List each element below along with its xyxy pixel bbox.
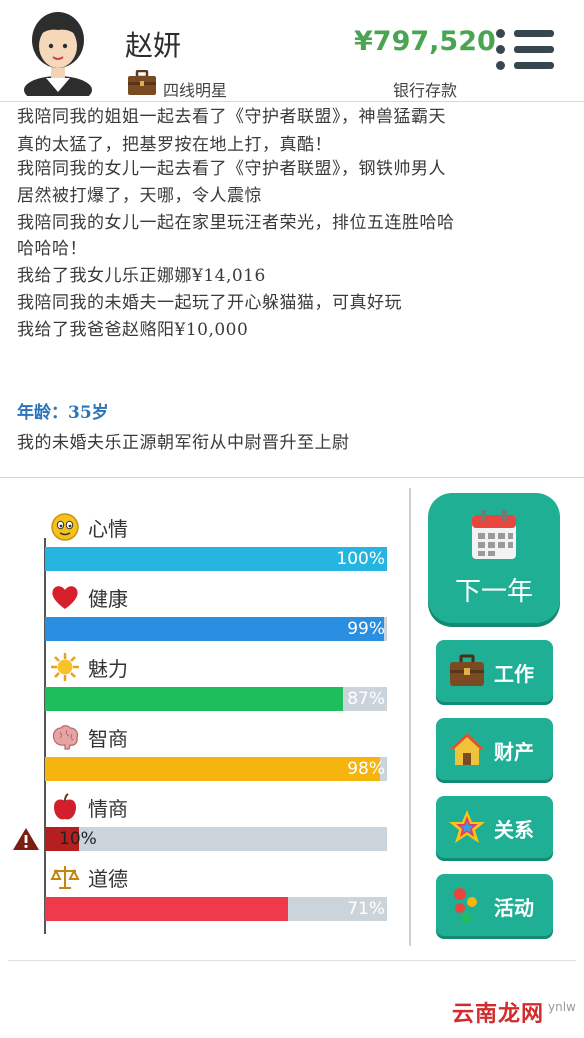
stat-value: 99% xyxy=(347,619,385,639)
panel-divider xyxy=(409,488,411,946)
property-button[interactable]: 财产 xyxy=(436,718,553,780)
stat-label: 智商 xyxy=(88,727,128,751)
log-line: 我陪同我的女儿一起在家里玩汪者荣光，排位五连胜哈哈 xyxy=(17,213,455,233)
stat-bar-fill xyxy=(45,687,343,711)
star-icon xyxy=(449,810,485,843)
briefcase-icon xyxy=(450,654,484,686)
smiley-icon xyxy=(51,513,79,541)
stat-bar-fill xyxy=(45,757,381,781)
stat-charm: 魅力 87% xyxy=(0,652,410,722)
next-year-button[interactable]: 下一年 xyxy=(428,493,560,623)
bank-balance-label: 银行存款 xyxy=(393,81,458,100)
bottom-divider xyxy=(8,960,576,961)
stat-eq: 情商 10% xyxy=(0,792,410,862)
stat-bar: 99% xyxy=(45,617,387,641)
briefcase-icon xyxy=(128,70,156,95)
job-title: 四线明星 xyxy=(163,81,228,100)
house-icon xyxy=(450,733,484,765)
log-line: 我给了我女儿乐正娜娜¥14,016 xyxy=(17,266,266,286)
relations-label: 关系 xyxy=(494,818,534,842)
stat-label: 魅力 xyxy=(88,657,128,681)
activity-label: 活动 xyxy=(494,896,534,920)
avatar[interactable] xyxy=(20,8,96,96)
stat-value: 98% xyxy=(347,759,385,779)
age-header: 年龄：35岁 xyxy=(17,403,109,423)
stat-value: 100% xyxy=(336,549,385,569)
stat-bar-fill xyxy=(45,617,384,641)
log-line: 哈哈哈！ xyxy=(17,239,87,259)
stat-label: 健康 xyxy=(88,587,128,611)
relations-button[interactable]: 关系 xyxy=(436,796,553,858)
menu-icon-line xyxy=(496,45,554,54)
stat-value: 10% xyxy=(59,829,97,849)
stat-bar-fill xyxy=(45,897,288,921)
stat-bar: 100% xyxy=(45,547,387,571)
age-event: 我的未婚夫乐正源朝军衔从中尉晋升至上尉 xyxy=(17,433,350,453)
log-line: 我陪同我的女儿一起去看了《守护者联盟》，钢铁帅男人 xyxy=(17,159,446,179)
menu-icon xyxy=(496,29,554,38)
watermark: 云南龙网 xyxy=(452,1002,545,1027)
watermark-small: ynlw xyxy=(548,1000,576,1014)
heart-icon xyxy=(52,586,78,609)
warning-icon xyxy=(13,828,39,850)
next-year-label: 下一年 xyxy=(454,577,533,607)
stat-bar: 87% xyxy=(45,687,387,711)
property-label: 财产 xyxy=(494,740,534,764)
activity-icon xyxy=(454,888,477,923)
activity-button[interactable]: 活动 xyxy=(436,874,553,936)
apple-icon xyxy=(54,793,76,820)
log-line: 我陪同我的未婚夫一起玩了开心躲猫猫，可真好玩 xyxy=(17,293,402,313)
stat-bar: 98% xyxy=(45,757,387,781)
stat-value: 87% xyxy=(347,689,385,709)
event-log[interactable]: 我陪同我的姐姐一起去看了《守护者联盟》，神兽猛霸天 真的太猛了，把基罗按在地上打… xyxy=(0,102,584,478)
brain-icon xyxy=(52,725,79,750)
sun-icon xyxy=(51,653,79,681)
bank-balance: ¥797,520 xyxy=(354,26,496,57)
work-label: 工作 xyxy=(494,662,534,686)
stat-label: 心情 xyxy=(88,517,128,541)
menu-button[interactable] xyxy=(496,29,554,76)
log-line: 我给了我爸爸赵赂阳¥10,000 xyxy=(17,320,249,340)
stat-health: 健康 99% xyxy=(0,582,410,652)
log-line: 居然被打爆了，天哪，令人震惊 xyxy=(17,186,262,206)
stat-bar: 71% xyxy=(45,897,387,921)
calendar-icon xyxy=(472,510,516,559)
stat-label: 情商 xyxy=(88,797,128,821)
log-line: 真的太猛了，把基罗按在地上打，真酷！ xyxy=(17,135,332,155)
scales-icon xyxy=(50,866,80,889)
stat-iq: 智商 98% xyxy=(0,722,410,792)
stat-morality: 道德 71% xyxy=(0,862,410,932)
menu-icon-line xyxy=(496,61,554,70)
work-button[interactable]: 工作 xyxy=(436,640,553,702)
log-line: 我陪同我的姐姐一起去看了《守护者联盟》，神兽猛霸天 xyxy=(17,107,446,127)
stat-label: 道德 xyxy=(88,867,128,891)
stat-bar: 10% xyxy=(45,827,387,851)
header-bar: 赵妍 四线明星 ¥797,520 银行存款 xyxy=(0,0,584,102)
stat-mood: 心情 100% xyxy=(0,512,410,582)
player-name: 赵妍 xyxy=(125,29,182,62)
stat-value: 71% xyxy=(347,899,385,919)
